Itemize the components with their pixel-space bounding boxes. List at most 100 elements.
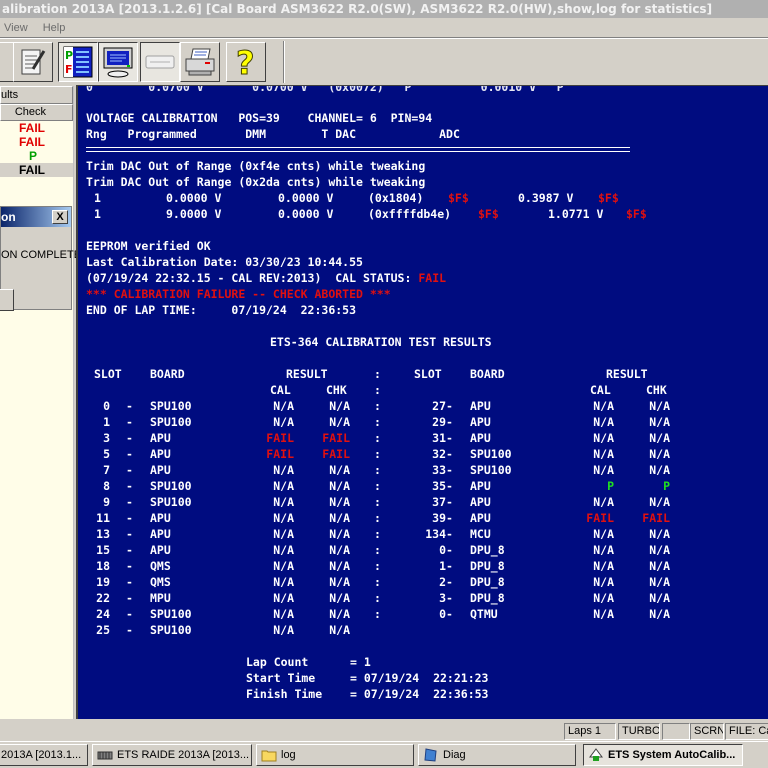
result-chk: N/A: [329, 399, 350, 413]
result-board: DPU_8: [470, 591, 505, 605]
dialog-ok-button[interactable]: [0, 289, 14, 311]
column-separator: :: [374, 367, 381, 381]
scanner-icon: [145, 55, 175, 69]
result-dash: -: [126, 399, 133, 413]
result-slot: 33: [432, 463, 446, 477]
taskbar-item[interactable]: log: [256, 744, 414, 766]
result-row[interactable]: FAIL: [0, 121, 73, 135]
result-chk: N/A: [329, 511, 350, 525]
result-slot: 32: [432, 447, 446, 461]
column-separator: :: [374, 415, 381, 429]
menu-help[interactable]: Help: [37, 18, 72, 38]
result-cal: N/A: [593, 431, 614, 445]
result-chk: N/A: [649, 575, 670, 589]
monitor-button[interactable]: [98, 42, 138, 82]
end-of-lap-time: END OF LAP TIME: 07/19/24 22:36:53: [86, 303, 357, 317]
taskbar-item-label: ETS System AutoCalib...: [608, 749, 736, 761]
result-chk: N/A: [649, 447, 670, 461]
taskbar-item-label: ETS RAIDE 2013A [2013...: [117, 749, 250, 761]
result-chk: N/A: [649, 399, 670, 413]
result-slot: 24: [96, 607, 110, 621]
result-chk: P: [663, 479, 670, 493]
header-cal: CAL: [270, 383, 291, 397]
taskbar-item[interactable]: ETS RAIDE 2013A [2013...: [92, 744, 252, 766]
check-column-header[interactable]: Check: [0, 104, 73, 121]
edit-notes-button[interactable]: [13, 42, 53, 82]
result-dash: -: [126, 495, 133, 509]
result-slot: 0: [439, 607, 446, 621]
result-cal: N/A: [593, 575, 614, 589]
menu-view[interactable]: View: [0, 18, 34, 38]
result-cal: N/A: [593, 559, 614, 573]
pf-report-icon: P F: [63, 46, 93, 78]
result-chk: FAIL: [642, 511, 670, 525]
result-cal: N/A: [593, 399, 614, 413]
result-cal: N/A: [273, 479, 294, 493]
result-slot: 2: [439, 575, 446, 589]
double-divider: [86, 147, 630, 152]
toolbar-separator: [283, 41, 285, 83]
lap-count-value: = 1: [350, 655, 371, 669]
result-row-selected[interactable]: FAIL: [0, 163, 73, 177]
voltage-calibration-header: VOLTAGE CALIBRATION POS=39 CHANNEL= 6 PI…: [86, 111, 433, 125]
cal-tdac: (0xffffdb4e): [368, 207, 452, 221]
header-slot: SLOT: [94, 367, 122, 381]
window-title: alibration 2013A [2013.1.2.6] [Cal Board…: [0, 0, 768, 18]
result-cal: N/A: [593, 527, 614, 541]
result-chk: N/A: [329, 463, 350, 477]
result-slot: 13: [96, 527, 110, 541]
result-chk: N/A: [649, 543, 670, 557]
close-icon: X: [56, 211, 64, 223]
taskbar-item-active[interactable]: ETS System AutoCalib...: [583, 744, 743, 766]
calibration-failure-message: *** CALIBRATION FAILURE -- CHECK ABORTED…: [86, 287, 391, 301]
result-slot: 18: [96, 559, 110, 573]
header-cal: CAL: [590, 383, 611, 397]
column-separator: :: [374, 511, 381, 525]
result-board: APU: [150, 431, 171, 445]
cal-status-prefix: (07/19/24 22:32.15 - CAL REV:2013) CAL S…: [86, 271, 419, 285]
dialog-message: ON COMPLETE: [1, 249, 82, 261]
question-mark-icon: ?: [236, 45, 256, 79]
device-button[interactable]: [140, 42, 180, 82]
result-slot: 8: [103, 479, 110, 493]
status-laps: Laps 1: [564, 723, 616, 740]
finish-time-value: = 07/19/24 22:36:53: [350, 687, 489, 701]
taskbar-item[interactable]: Diag: [418, 744, 576, 766]
result-board: SPU100: [470, 447, 512, 461]
result-dash: -: [126, 607, 133, 621]
result-chk: N/A: [649, 495, 670, 509]
result-slot: 29: [432, 415, 446, 429]
result-dash: -: [126, 591, 133, 605]
result-dash: -: [446, 495, 453, 509]
print-button[interactable]: [180, 42, 220, 82]
result-row[interactable]: P: [0, 149, 73, 163]
result-dash: -: [446, 575, 453, 589]
taskbar-item[interactable]: 2013A [2013.1...: [0, 744, 88, 766]
result-dash: -: [126, 511, 133, 525]
column-separator: :: [374, 607, 381, 621]
result-slot: 3: [103, 431, 110, 445]
help-button[interactable]: ?: [226, 42, 266, 82]
result-board: APU: [150, 527, 171, 541]
toolbar: P F ?: [0, 39, 768, 85]
result-dash: -: [446, 479, 453, 493]
result-dash: -: [126, 463, 133, 477]
raide-icon: [97, 751, 113, 760]
dialog-close-button[interactable]: X: [52, 210, 68, 224]
result-cal: N/A: [593, 495, 614, 509]
result-dash: -: [126, 575, 133, 589]
result-row[interactable]: FAIL: [0, 135, 73, 149]
result-slot: 37: [432, 495, 446, 509]
cal-status-line: (07/19/24 22:32.15 - CAL REV:2013) CAL S…: [86, 271, 446, 285]
column-separator: :: [374, 383, 381, 397]
result-board: MCU: [470, 527, 491, 541]
pass-fail-report-button[interactable]: P F: [58, 42, 98, 82]
results-panel: ults Check FAIL FAIL P FAIL: [0, 86, 74, 726]
cal-tdac: (0x1804): [368, 191, 424, 205]
header-result: RESULT: [606, 367, 648, 381]
result-slot: 15: [96, 543, 110, 557]
trim-warning-line: Trim DAC Out of Range (0x2da cnts) while…: [86, 175, 426, 189]
column-separator: :: [374, 527, 381, 541]
result-board: DPU_8: [470, 543, 505, 557]
cal-dmm: 0.0000 V: [278, 191, 334, 205]
